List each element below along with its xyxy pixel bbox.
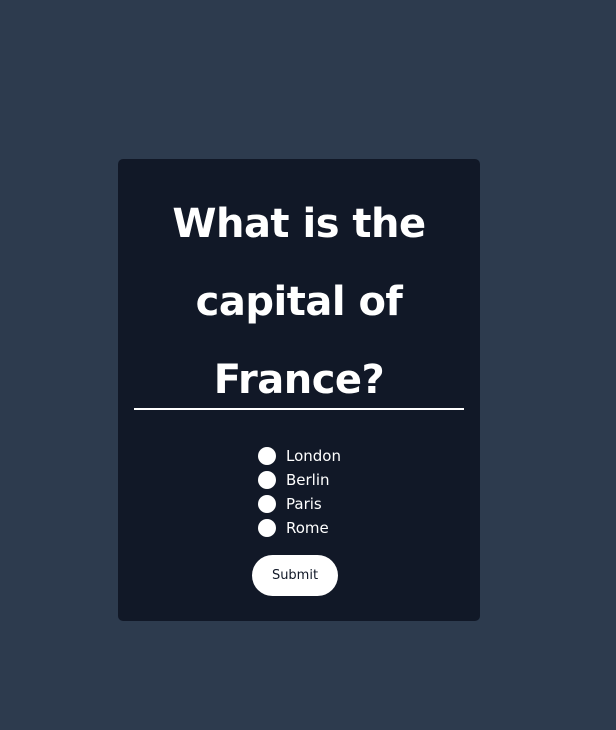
- option-label: London: [286, 447, 341, 465]
- radio-button[interactable]: [258, 495, 276, 513]
- option-label: Paris: [286, 495, 322, 513]
- radio-button[interactable]: [258, 471, 276, 489]
- option-paris[interactable]: Paris: [258, 492, 341, 516]
- answer-options: London Berlin Paris Rome: [258, 444, 341, 540]
- option-london[interactable]: London: [258, 444, 341, 468]
- radio-button[interactable]: [258, 519, 276, 537]
- radio-button[interactable]: [258, 447, 276, 465]
- quiz-card: What is the capital of France? London Be…: [118, 159, 480, 621]
- option-label: Rome: [286, 519, 329, 537]
- option-berlin[interactable]: Berlin: [258, 468, 341, 492]
- option-label: Berlin: [286, 471, 330, 489]
- submit-button[interactable]: Submit: [252, 555, 338, 596]
- divider: [134, 408, 464, 410]
- question-title: What is the capital of France?: [172, 201, 426, 403]
- option-rome[interactable]: Rome: [258, 516, 341, 540]
